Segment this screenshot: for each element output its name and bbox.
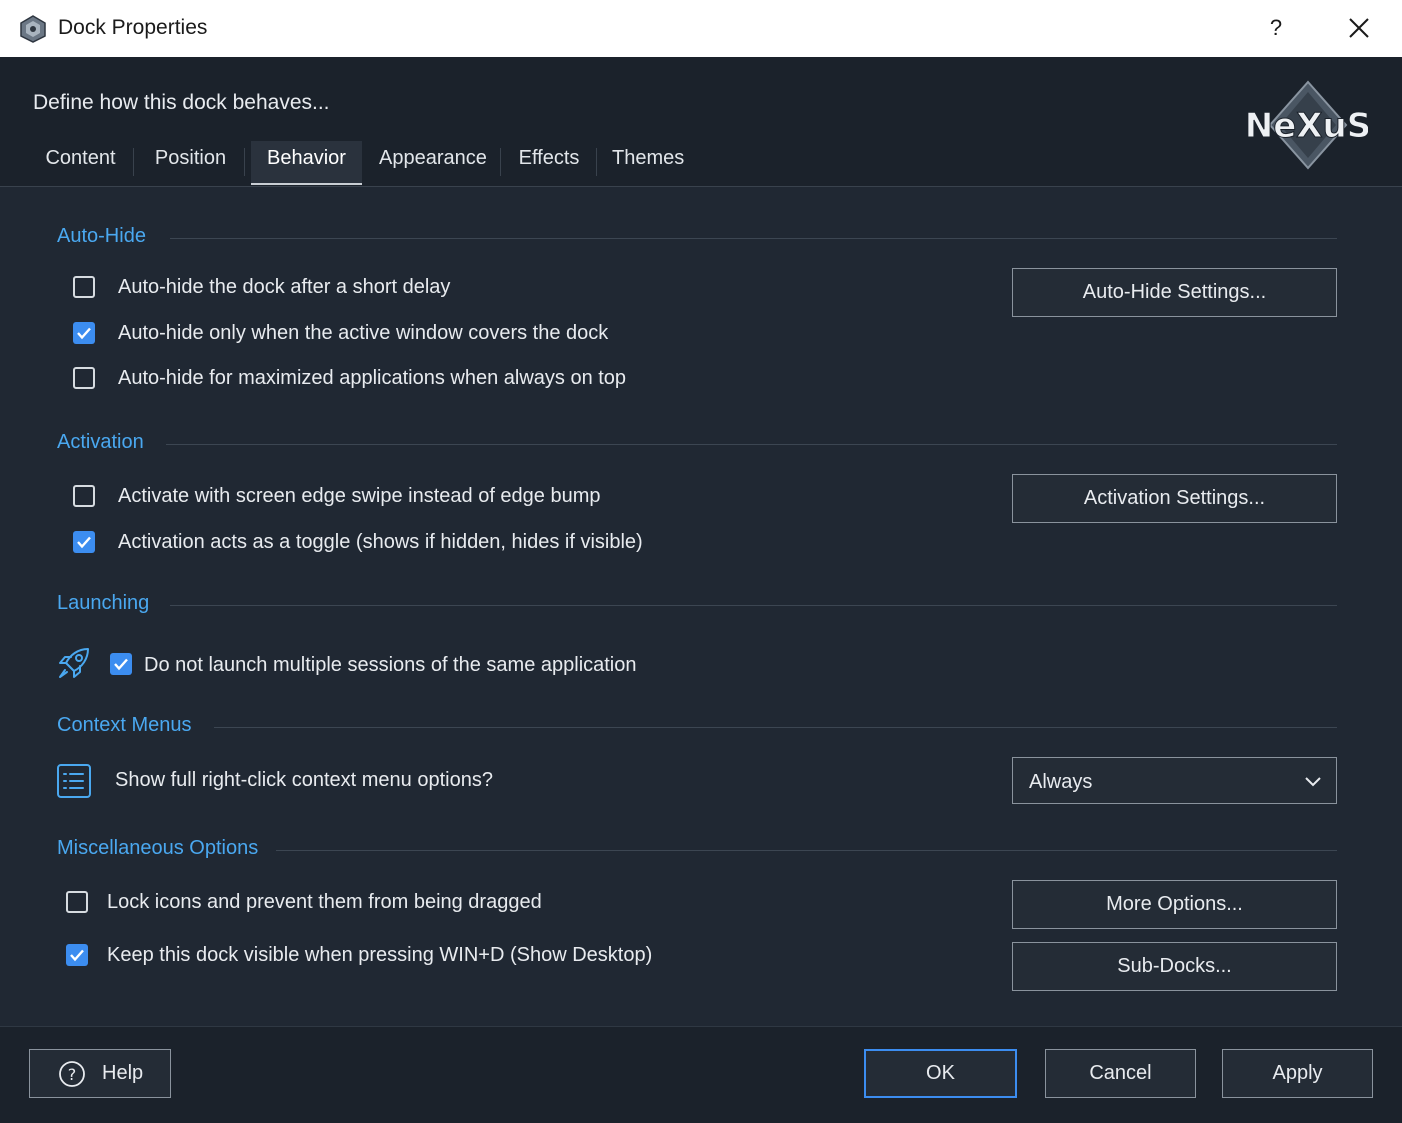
checkbox-label: Activation acts as a toggle (shows if hi… (118, 531, 643, 553)
list-menu-icon (56, 763, 92, 799)
checkmark-icon (77, 327, 91, 340)
tab-separator (500, 148, 501, 176)
checkbox-single-session[interactable] (110, 653, 132, 675)
context-menu-question: Show full right-click context menu optio… (115, 769, 493, 791)
autohide-settings-button[interactable]: Auto-Hide Settings... (1012, 268, 1337, 317)
checkbox-activation-toggle[interactable] (73, 531, 95, 553)
cancel-button[interactable]: Cancel (1045, 1049, 1196, 1098)
chevron-down-icon (1302, 770, 1324, 792)
help-button[interactable]: ? Help (29, 1049, 171, 1098)
tab-content[interactable]: Content (30, 141, 131, 185)
section-title-autohide: Auto-Hide (57, 225, 146, 247)
nexus-logo: NeXuS (1244, 78, 1372, 172)
rocket-icon (56, 645, 92, 681)
checkbox-keep-visible-show-desktop[interactable] (66, 944, 88, 966)
tab-position[interactable]: Position (140, 141, 241, 185)
checkbox-label: Activate with screen edge swipe instead … (118, 485, 601, 507)
section-divider (214, 727, 1337, 728)
apply-button[interactable]: Apply (1222, 1049, 1373, 1098)
checkmark-icon (70, 949, 84, 962)
checkbox-autohide-delay[interactable] (73, 276, 95, 298)
dropdown-value: Always (1029, 771, 1093, 793)
tab-themes[interactable]: Themes (598, 141, 698, 185)
section-title-activation: Activation (57, 431, 144, 453)
checkbox-label: Auto-hide the dock after a short delay (118, 276, 451, 298)
close-icon (1349, 18, 1369, 38)
checkbox-autohide-maximized[interactable] (73, 367, 95, 389)
close-button[interactable] (1343, 12, 1375, 44)
checkbox-label: Auto-hide only when the active window co… (118, 322, 609, 344)
section-divider (170, 605, 1337, 606)
sub-docks-button[interactable]: Sub-Docks... (1012, 942, 1337, 991)
more-options-button[interactable]: More Options... (1012, 880, 1337, 929)
page-subtitle: Define how this dock behaves... (33, 91, 330, 114)
app-icon (18, 14, 48, 44)
activation-settings-button[interactable]: Activation Settings... (1012, 474, 1337, 523)
help-circle-icon: ? (58, 1060, 86, 1088)
section-divider (276, 850, 1337, 851)
checkbox-label: Lock icons and prevent them from being d… (107, 891, 542, 913)
checkmark-icon (77, 536, 91, 549)
tab-behavior[interactable]: Behavior (251, 141, 362, 185)
svg-text:?: ? (68, 1065, 77, 1084)
help-button-label: Help (102, 1062, 144, 1084)
checkbox-label: Do not launch multiple sessions of the s… (144, 654, 637, 676)
tab-separator (596, 148, 597, 176)
checkbox-label: Auto-hide for maximized applications whe… (118, 367, 627, 389)
section-title-launching: Launching (57, 592, 150, 614)
help-title-button[interactable]: ? (1262, 12, 1290, 44)
tab-separator (133, 148, 134, 176)
tab-separator (244, 148, 245, 176)
section-title-context-menus: Context Menus (57, 714, 192, 736)
checkbox-label: Keep this dock visible when pressing WIN… (107, 944, 653, 966)
section-title-misc: Miscellaneous Options (57, 837, 259, 859)
section-divider (166, 444, 1337, 445)
context-menu-dropdown[interactable]: Always (1012, 757, 1337, 804)
checkmark-icon (114, 658, 128, 671)
window-title: Dock Properties (58, 16, 208, 39)
checkbox-autohide-active-window[interactable] (73, 322, 95, 344)
checkbox-lock-icons[interactable] (66, 891, 88, 913)
checkbox-edge-swipe[interactable] (73, 485, 95, 507)
title-bar (0, 0, 1402, 58)
tab-effects[interactable]: Effects (504, 141, 594, 185)
section-divider (170, 238, 1337, 239)
ok-button[interactable]: OK (864, 1049, 1017, 1098)
tab-appearance[interactable]: Appearance (365, 141, 500, 185)
svg-text:NeXuS: NeXuS (1248, 106, 1368, 146)
